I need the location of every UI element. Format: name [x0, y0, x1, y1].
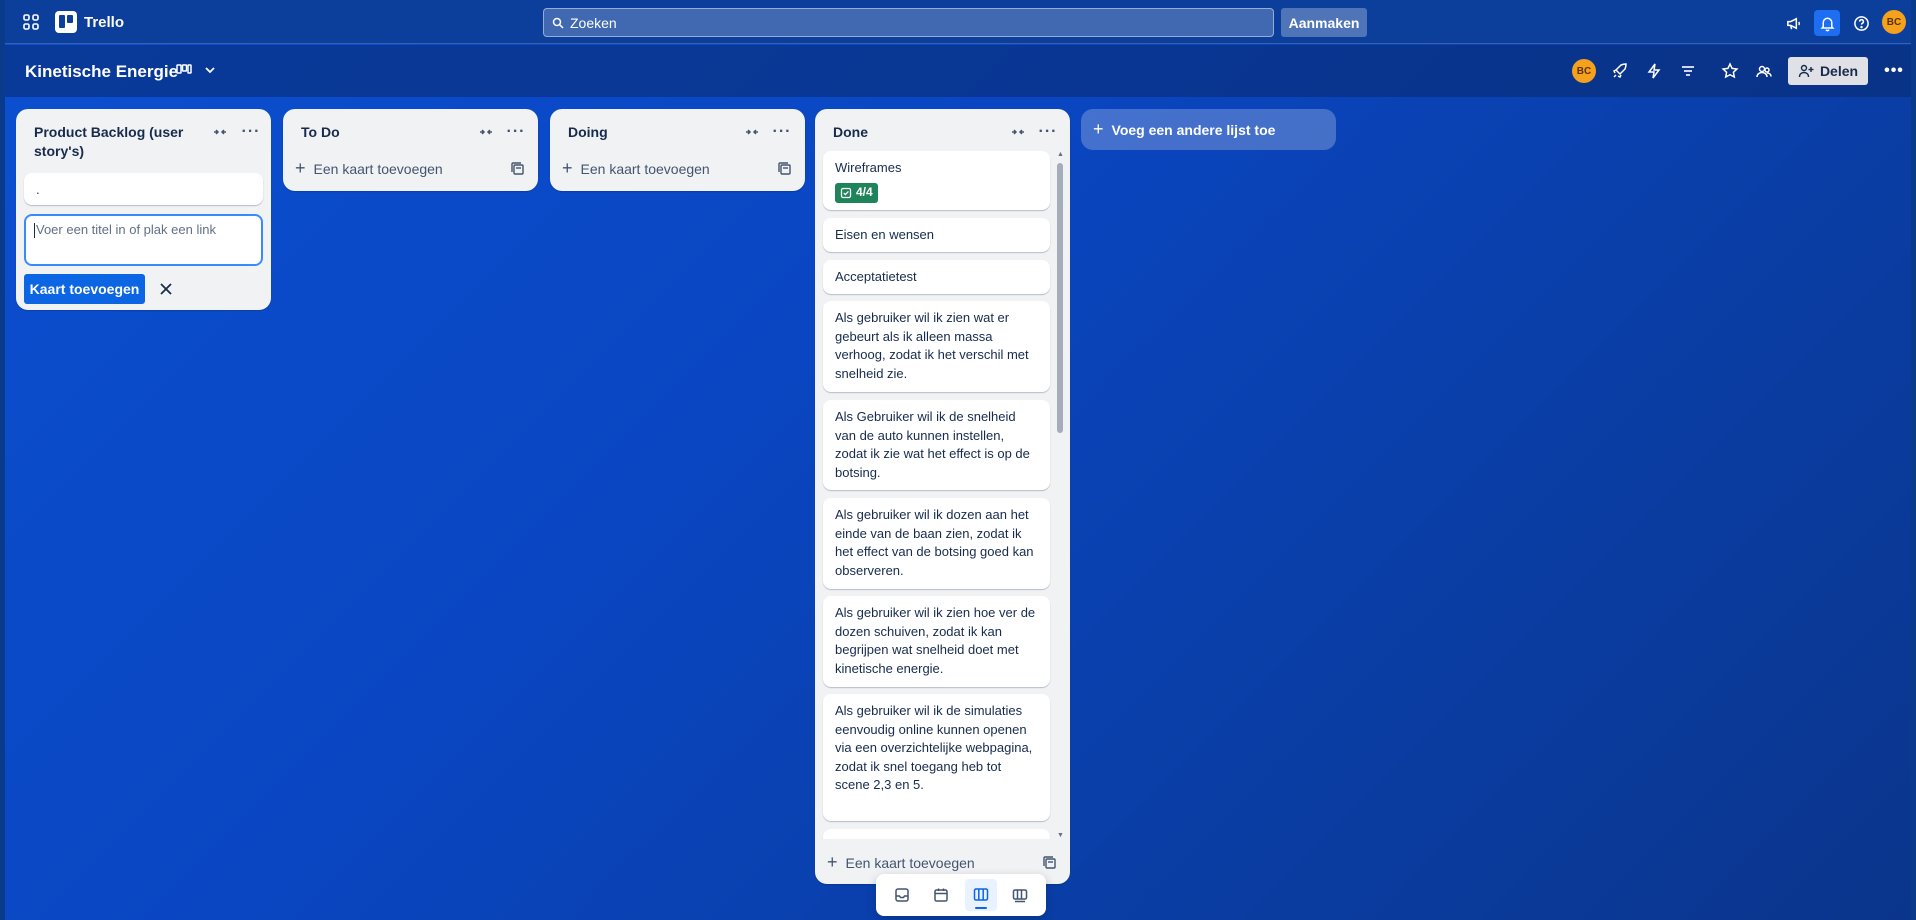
plus-icon: +	[562, 158, 573, 178]
chevron-down-icon	[205, 67, 215, 74]
board-title[interactable]: Kinetische Energie	[25, 62, 178, 82]
visibility-workspace-icon[interactable]	[1751, 58, 1777, 84]
calendar-planner-icon[interactable]	[925, 879, 957, 911]
list-doing: Doing ··· + Een kaart toevoegen	[550, 109, 805, 191]
card[interactable]: Als gebruiker wil ik dozen aan het einde…	[823, 498, 1050, 589]
list-title[interactable]: Doing	[568, 123, 608, 142]
trello-logo[interactable]: Trello	[55, 11, 124, 33]
add-member-icon	[1798, 64, 1814, 78]
bell-icon[interactable]	[1814, 10, 1840, 36]
card-template-icon[interactable]	[777, 161, 793, 177]
plus-icon: +	[295, 158, 306, 178]
list-to-do: To Do ··· + Een kaart toevoegen	[283, 109, 538, 191]
automation-lightning-icon[interactable]	[1641, 58, 1667, 84]
collapse-list-icon[interactable]	[209, 121, 231, 143]
add-card-label: Een kaart toevoegen	[580, 160, 710, 177]
card[interactable]: Als gebruiker wil ik zien wat er gebeurt…	[823, 301, 1050, 392]
card[interactable]: .	[24, 173, 263, 205]
card[interactable]: Als gebruiker wil ik zien hoe ver de doz…	[823, 596, 1050, 687]
text-cursor	[34, 223, 35, 239]
trello-logo-icon	[55, 11, 77, 33]
apps-grid-icon[interactable]	[21, 12, 41, 32]
done-cards-scroll-area[interactable]: Wireframes 4/4 Eisen en wensen Acceptati…	[815, 151, 1070, 839]
list-actions-more-icon[interactable]: ···	[505, 121, 527, 143]
checklist-icon	[840, 187, 852, 198]
checklist-badge: 4/4	[835, 182, 878, 203]
board-view-icon[interactable]	[964, 879, 997, 911]
add-card-label: Een kaart toevoegen	[845, 854, 975, 871]
board-view-switcher[interactable]	[175, 61, 219, 79]
card[interactable]: Acceptatietest	[823, 260, 1050, 294]
list-actions-more-icon[interactable]: ···	[771, 121, 793, 143]
new-card-title-input[interactable]: Voer een titel in of plak een link	[24, 214, 263, 266]
search-input[interactable]: Zoeken	[543, 8, 1274, 37]
add-list-button[interactable]: + Voeg een andere lijst toe	[1081, 109, 1336, 150]
plus-icon: +	[1093, 119, 1104, 139]
scroll-up-arrow-icon[interactable]: ▲	[1057, 151, 1064, 158]
top-navigation: Trello Zoeken Aanmaken BC	[5, 0, 1911, 44]
collapse-list-icon[interactable]	[741, 121, 763, 143]
board-member-avatar[interactable]: BC	[1572, 59, 1596, 83]
search-icon	[552, 17, 564, 29]
list-product-backlog: Product Backlog (user story's) ··· . Voe…	[16, 109, 271, 310]
collapse-list-icon[interactable]	[475, 121, 497, 143]
bottom-view-switcher	[876, 874, 1046, 916]
add-card-button[interactable]: + Een kaart toevoegen	[827, 852, 975, 873]
create-button[interactable]: Aanmaken	[1281, 8, 1367, 37]
help-icon[interactable]	[1848, 10, 1874, 36]
board-header: Kinetische Energie BC Delen •••	[5, 45, 1911, 97]
switch-boards-icon[interactable]	[1004, 879, 1036, 911]
share-button[interactable]: Delen	[1788, 57, 1868, 85]
window-border-left	[0, 0, 5, 920]
list-done: Done ··· Wireframes 4/4 Eisen en wensen …	[815, 109, 1070, 884]
filter-icon[interactable]	[1675, 58, 1701, 84]
card-template-icon[interactable]	[1042, 855, 1058, 871]
card-template-icon[interactable]	[510, 161, 526, 177]
list-scrollbar[interactable]: ▲ ▼	[1056, 151, 1064, 839]
collapse-list-icon[interactable]	[1007, 121, 1029, 143]
add-card-submit-button[interactable]: Kaart toevoegen	[24, 274, 145, 304]
list-actions-more-icon[interactable]: ···	[1037, 121, 1059, 143]
scroll-thumb[interactable]	[1057, 163, 1063, 433]
megaphone-icon[interactable]	[1780, 10, 1806, 36]
list-title[interactable]: To Do	[301, 123, 340, 142]
card-title: Wireframes	[835, 160, 902, 175]
user-avatar[interactable]: BC	[1882, 10, 1906, 34]
board-view-icon	[176, 64, 192, 74]
card[interactable]: Als gebruiker wil ik de simulaties eenvo…	[823, 694, 1050, 821]
card[interactable]: Als gebruiker wil ik de mast	[823, 829, 1050, 839]
add-card-label: Een kaart toevoegen	[313, 160, 443, 177]
window-border-right	[1911, 0, 1916, 920]
new-card-placeholder: Voer een titel in of plak een link	[36, 222, 216, 237]
list-actions-more-icon[interactable]: ···	[240, 121, 262, 143]
share-label: Delen	[1819, 63, 1859, 79]
search-placeholder: Zoeken	[570, 14, 617, 31]
card[interactable]: Eisen en wensen	[823, 218, 1050, 252]
power-ups-rocket-icon[interactable]	[1607, 58, 1633, 84]
add-card-button[interactable]: + Een kaart toevoegen	[295, 158, 443, 179]
add-card-button[interactable]: + Een kaart toevoegen	[562, 158, 710, 179]
app-name: Trello	[84, 13, 125, 31]
plus-icon: +	[827, 852, 838, 872]
checklist-count: 4/4	[856, 185, 873, 200]
board-menu-more-icon[interactable]: •••	[1881, 58, 1907, 84]
inbox-icon[interactable]	[886, 879, 918, 911]
scroll-down-arrow-icon[interactable]: ▼	[1057, 832, 1064, 839]
card[interactable]: Wireframes 4/4	[823, 151, 1050, 210]
close-icon[interactable]	[152, 275, 180, 303]
star-icon[interactable]	[1717, 58, 1743, 84]
list-title[interactable]: Product Backlog (user story's)	[34, 123, 194, 161]
list-title[interactable]: Done	[833, 123, 868, 142]
add-list-label: Voeg een andere lijst toe	[1111, 121, 1276, 138]
card[interactable]: Als Gebruiker wil ik de snelheid van de …	[823, 400, 1050, 490]
